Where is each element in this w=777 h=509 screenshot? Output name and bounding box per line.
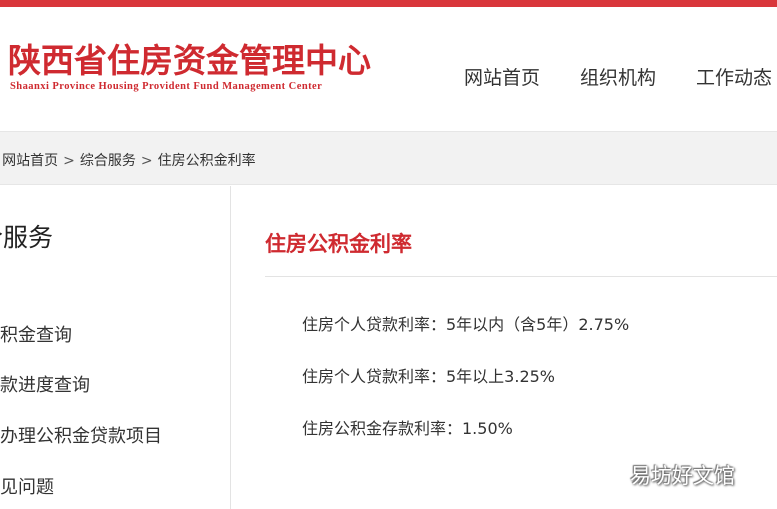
- rate-line-deposit: 住房公积金存款利率：1.50%: [302, 419, 513, 438]
- nav-item-organization[interactable]: 组织机构: [580, 65, 656, 91]
- breadcrumb-separator: >: [63, 153, 75, 169]
- breadcrumb-bar: : 网站首页>综合服务>住房公积金利率: [0, 131, 777, 185]
- nav-item-home[interactable]: 网站首页: [464, 65, 540, 91]
- breadcrumb-current[interactable]: 住房公积金利率: [158, 153, 256, 169]
- sidebar: 合服务 公积金查询 贷款进度查询 可办理公积金贷款项目 常见问题: [0, 186, 231, 509]
- breadcrumb-service[interactable]: 综合服务: [80, 153, 136, 169]
- breadcrumb-home[interactable]: 网站首页: [2, 153, 58, 169]
- site-header: 陕西省住房资金管理中心 Shaanxi Province Housing Pro…: [0, 7, 777, 131]
- sidebar-item-fund-query[interactable]: 公积金查询: [0, 324, 72, 348]
- logo-chinese-name: 陕西省住房资金管理中心: [8, 41, 371, 80]
- top-accent-bar: [0, 0, 777, 7]
- sidebar-item-loan-progress[interactable]: 贷款进度查询: [0, 374, 90, 398]
- breadcrumb-separator: >: [140, 153, 153, 169]
- rate-line-loan-long: 住房个人贷款利率：5年以上3.25%: [302, 367, 556, 386]
- sidebar-item-faq[interactable]: 常见问题: [0, 476, 54, 500]
- breadcrumb: : 网站首页>综合服务>住房公积金利率: [0, 150, 256, 170]
- rate-line-loan-short: 住房个人贷款利率：5年以内（含5年）2.75%: [302, 315, 630, 334]
- sidebar-title: 合服务: [0, 223, 54, 252]
- watermark: 易坊好文馆: [630, 464, 735, 488]
- nav-item-news[interactable]: 工作动态: [696, 65, 772, 91]
- logo-english-name: Shaanxi Province Housing Provident Fund …: [10, 81, 323, 92]
- main-nav: 网站首页 组织机构 工作动态: [464, 65, 777, 91]
- page-title: 住房公积金利率: [265, 232, 412, 256]
- site-logo[interactable]: 陕西省住房资金管理中心 Shaanxi Province Housing Pro…: [8, 43, 380, 103]
- content-divider: [265, 276, 777, 277]
- sidebar-item-loan-projects[interactable]: 可办理公积金贷款项目: [0, 425, 162, 449]
